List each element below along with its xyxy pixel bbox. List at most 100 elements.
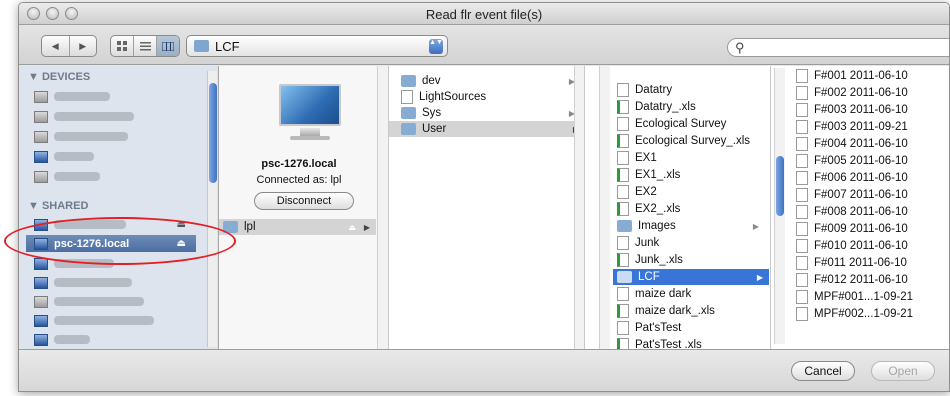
list-item[interactable]: Junk — [617, 235, 659, 251]
cancel-button[interactable]: Cancel — [791, 361, 855, 381]
list-item[interactable]: F#012 2011-06-10 — [796, 272, 908, 288]
list-item[interactable]: EX2_.xls — [617, 201, 680, 217]
list-item[interactable]: maize dark — [617, 286, 691, 302]
file-icon — [796, 205, 808, 219]
item-label: LCF — [638, 271, 660, 283]
sidebar-scrollbar[interactable] — [207, 71, 217, 347]
eject-icon[interactable]: ⏏ — [348, 223, 356, 232]
sidebar-item-device[interactable] — [26, 148, 196, 165]
network-computer-icon — [34, 276, 48, 289]
sidebar-item-device[interactable] — [26, 108, 196, 125]
blurred-label — [54, 335, 90, 344]
scrollbar-thumb[interactable] — [776, 156, 784, 216]
list-item[interactable]: F#010 2011-06-10 — [796, 238, 908, 254]
list-item[interactable]: F#009 2011-06-10 — [796, 221, 908, 237]
list-item[interactable]: Junk_.xls — [617, 252, 683, 268]
list-item[interactable]: F#002 2011-06-10 — [796, 85, 908, 101]
list-item[interactable]: LightSources — [401, 89, 581, 105]
list-item-selected[interactable]: LCF ▶ — [613, 269, 769, 285]
location-popup[interactable]: LCF ▲▼ — [186, 35, 448, 57]
list-item[interactable]: Pat'sTest .xls — [617, 337, 702, 349]
sidebar-item-device[interactable] — [26, 88, 196, 105]
sidebar-item-device[interactable] — [26, 128, 196, 145]
list-item[interactable]: MPF#002...1-09-21 — [796, 306, 913, 322]
sidebar-item-device[interactable] — [26, 168, 196, 185]
list-item[interactable]: Ecological Survey_.xls — [617, 133, 750, 149]
folder-icon — [401, 107, 416, 119]
window-title: Read flr event file(s) — [425, 7, 543, 22]
file-icon — [401, 90, 413, 104]
file-icon — [796, 239, 808, 253]
file-icon — [796, 188, 808, 202]
shared-header[interactable]: ▼ SHARED — [28, 200, 88, 212]
list-item[interactable]: F#003 2011-09-21 — [796, 119, 908, 135]
list-item[interactable]: F#005 2011-06-10 — [796, 153, 908, 169]
file-icon — [796, 120, 808, 134]
folder-icon — [617, 220, 632, 232]
file-icon — [796, 86, 808, 100]
column-scrollbar[interactable] — [599, 66, 610, 349]
icon-view-button[interactable] — [111, 36, 134, 56]
list-item[interactable]: F#003 2011-06-10 — [796, 102, 908, 118]
file-icon — [617, 287, 629, 301]
view-mode-control — [110, 35, 180, 57]
list-item[interactable]: F#006 2011-06-10 — [796, 170, 908, 186]
sidebar-item-shared[interactable] — [26, 331, 196, 348]
list-view-button[interactable] — [134, 36, 157, 56]
dialog-footer: Cancel Open — [19, 349, 949, 391]
spreadsheet-file-icon — [617, 338, 629, 349]
share-row[interactable]: lpl ⏏ ▶ — [219, 219, 376, 235]
item-label: EX2_.xls — [635, 203, 681, 215]
list-item[interactable]: Ecological Survey — [617, 116, 726, 132]
column-scrollbar[interactable] — [574, 66, 584, 349]
list-item[interactable]: Images ▶ — [617, 218, 765, 234]
list-item[interactable]: EX1 — [617, 150, 657, 166]
item-label: F#001 2011-06-10 — [814, 70, 908, 82]
column-view-button[interactable] — [157, 36, 179, 56]
chevron-right-icon: ▶ — [752, 221, 759, 231]
column-scrollbar[interactable] — [377, 66, 388, 349]
item-label: Images — [638, 220, 676, 232]
list-item[interactable]: EX1_.xls — [617, 167, 680, 183]
scrollbar-thumb[interactable] — [209, 83, 217, 183]
list-item[interactable]: MPF#001...1-09-21 — [796, 289, 913, 305]
column-scrollbar[interactable] — [774, 68, 785, 344]
server-column: psc-1276.local Connected as: lpl Disconn… — [219, 66, 389, 349]
item-label: Datatry_.xls — [635, 101, 696, 113]
list-item[interactable]: maize dark_.xls — [617, 303, 715, 319]
file-icon — [796, 290, 808, 304]
forward-button[interactable]: ▶ — [70, 36, 97, 56]
search-field[interactable]: ⚲ — [727, 38, 949, 57]
list-item[interactable]: F#007 2011-06-10 — [796, 187, 908, 203]
devices-header[interactable]: ▼ DEVICES — [28, 71, 90, 83]
folder-icon — [617, 271, 632, 283]
list-view-icon — [139, 41, 151, 50]
list-item[interactable]: dev ▶ — [401, 73, 581, 89]
item-label: User — [422, 123, 447, 135]
drive-icon — [34, 130, 48, 143]
sidebar-item-shared[interactable] — [26, 293, 196, 310]
highlight-annotation — [4, 217, 236, 265]
list-item[interactable]: F#011 2011-06-10 — [796, 255, 907, 271]
sidebar-item-shared[interactable] — [26, 312, 196, 329]
list-item[interactable]: EX2 — [617, 184, 657, 200]
back-icon: ◀ — [51, 40, 59, 51]
disconnect-button[interactable]: Disconnect — [254, 192, 354, 210]
sidebar-item-shared[interactable] — [26, 274, 196, 291]
item-label: Pat'sTest .xls — [635, 339, 702, 349]
list-item[interactable]: Datatry_.xls — [617, 99, 696, 115]
list-item[interactable]: F#004 2011-06-10 — [796, 136, 908, 152]
file-icon — [796, 171, 808, 185]
list-item[interactable]: F#008 2011-06-10 — [796, 204, 908, 220]
file-icon — [796, 273, 808, 287]
item-label: F#004 2011-06-10 — [814, 138, 908, 150]
back-button[interactable]: ◀ — [42, 36, 70, 56]
open-button[interactable]: Open — [871, 361, 935, 381]
list-item[interactable]: User▶ — [389, 121, 584, 137]
item-label: F#007 2011-06-10 — [814, 189, 908, 201]
list-item[interactable]: Pat'sTest — [617, 320, 681, 336]
list-item[interactable]: Datatry — [617, 82, 672, 98]
list-item[interactable]: F#001 2011-06-10 — [796, 68, 908, 84]
back-forward-control: ◀ ▶ — [41, 35, 97, 57]
list-item[interactable]: Sys ▶ — [401, 105, 581, 121]
